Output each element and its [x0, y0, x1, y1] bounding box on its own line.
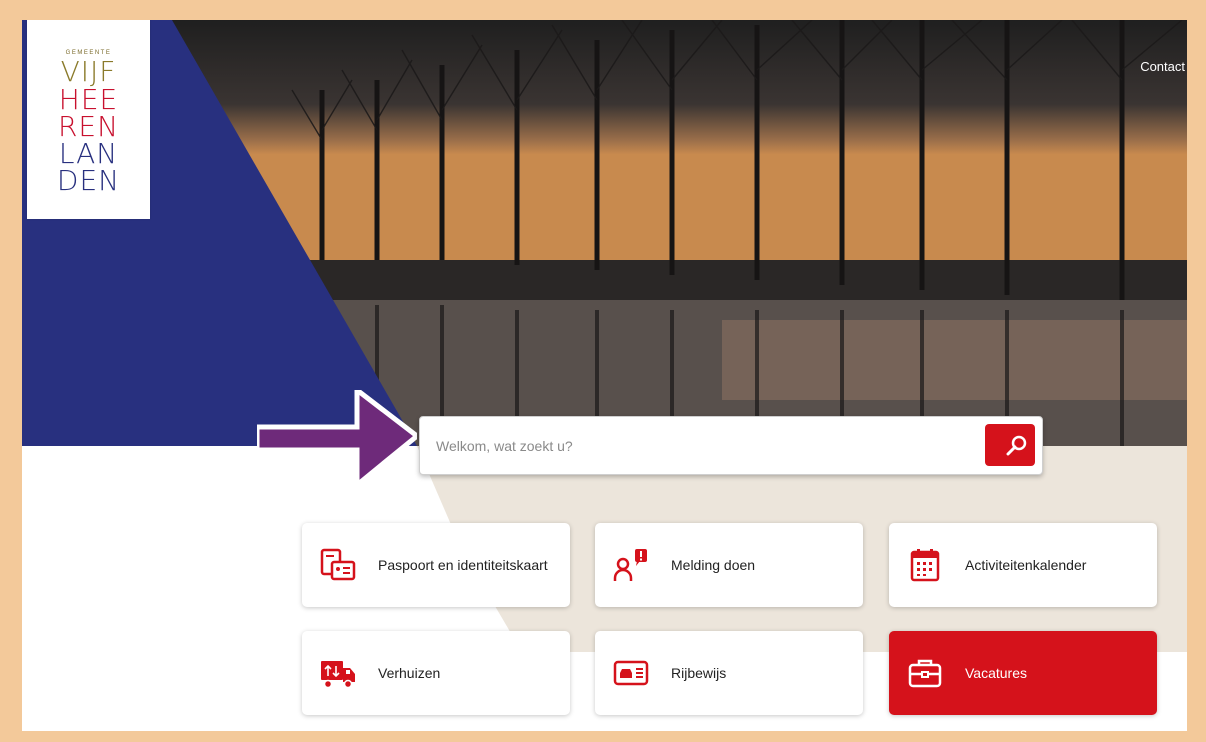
- search-bar: [419, 416, 1043, 475]
- drivers-license-icon: [613, 660, 649, 686]
- report-person-icon: [613, 549, 647, 581]
- municipality-logo[interactable]: GEMEENTE VIJF HEE REN LAN DEN: [27, 20, 150, 219]
- tile-label: Verhuizen: [378, 665, 441, 681]
- annotation-arrow-icon: [257, 390, 417, 485]
- search-input[interactable]: [434, 433, 978, 459]
- calendar-icon: [910, 549, 940, 582]
- tile-paspoort[interactable]: Paspoort en identiteitskaart: [302, 523, 570, 607]
- contact-link[interactable]: Contact: [1140, 59, 1185, 74]
- tile-label: Activiteitenkalender: [965, 557, 1087, 573]
- screenshot-frame: GEMEENTE VIJF HEE REN LAN DEN Contact Pa…: [0, 0, 1206, 742]
- tile-rijbewijs[interactable]: Rijbewijs: [595, 631, 863, 715]
- tile-label: Melding doen: [671, 557, 756, 573]
- tile-label: Rijbewijs: [671, 665, 727, 681]
- search-button[interactable]: [985, 424, 1035, 466]
- tile-activiteitenkalender[interactable]: Activiteitenkalender: [889, 523, 1157, 607]
- page: GEMEENTE VIJF HEE REN LAN DEN Contact Pa…: [22, 20, 1187, 731]
- tile-label: Paspoort en identiteitskaart: [378, 557, 548, 573]
- briefcase-icon: [908, 659, 942, 688]
- tile-melding[interactable]: Melding doen: [595, 523, 863, 607]
- tile-label: Vacatures: [965, 665, 1027, 681]
- logo-line-1: VIJF: [60, 55, 117, 88]
- tile-vacatures[interactable]: Vacatures: [889, 631, 1157, 715]
- tile-verhuizen[interactable]: Verhuizen: [302, 631, 570, 715]
- logo-line-5: DEN: [56, 164, 121, 197]
- search-icon: [1006, 435, 1027, 456]
- passport-id-icon: [320, 548, 356, 581]
- moving-truck-icon: [321, 661, 355, 689]
- brand-wedge: [22, 20, 522, 652]
